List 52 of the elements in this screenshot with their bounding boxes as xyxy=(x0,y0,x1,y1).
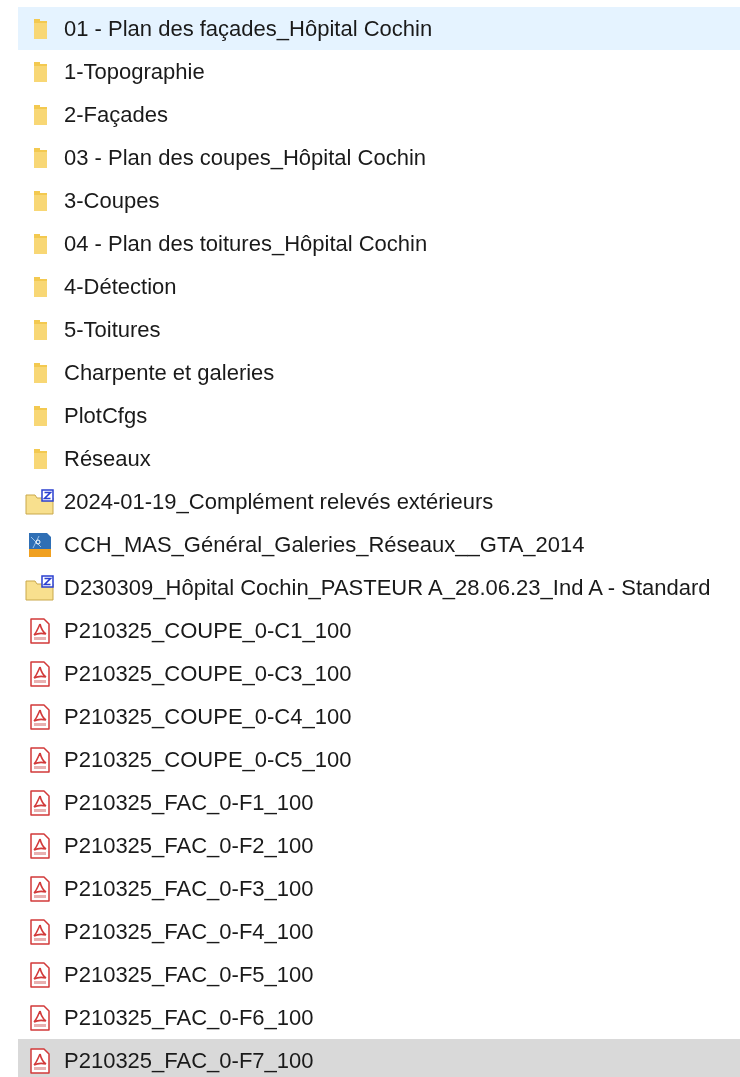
folder-icon xyxy=(32,17,48,40)
file-item[interactable]: P210325_FAC_0-F7_100 xyxy=(18,1039,740,1077)
file-name: 5-Toitures xyxy=(64,316,161,344)
folder-icon xyxy=(32,146,48,169)
file-name: 2-Façades xyxy=(64,101,168,129)
pdf-file-icon xyxy=(29,832,51,859)
file-name: P210325_FAC_0-F2_100 xyxy=(64,832,314,860)
file-name: P210325_FAC_0-F5_100 xyxy=(64,961,314,989)
file-name: P210325_FAC_0-F7_100 xyxy=(64,1047,314,1075)
zipped-folder-icon xyxy=(25,574,55,601)
file-name: P210325_FAC_0-F6_100 xyxy=(64,1004,314,1032)
folder-icon xyxy=(32,361,48,384)
file-name: PlotCfgs xyxy=(64,402,148,430)
folder-icon xyxy=(32,447,48,470)
file-name: P210325_FAC_0-F4_100 xyxy=(64,918,314,946)
file-name: P210325_COUPE_0-C5_100 xyxy=(64,746,352,774)
file-name: 3-Coupes xyxy=(64,187,160,215)
file-name: D230309_Hôpital Cochin_PASTEUR A_28.06.23_Ind A - Standard xyxy=(64,574,711,602)
pdf-file-icon xyxy=(29,1004,51,1031)
file-name: 03 - Plan des coupes_Hôpital Cochin xyxy=(64,144,426,172)
zipped-folder-icon xyxy=(25,488,55,515)
file-name: 4-Détection xyxy=(64,273,177,301)
folder-icon xyxy=(32,103,48,126)
file-name: P210325_COUPE_0-C4_100 xyxy=(64,703,352,731)
pdf-file-icon xyxy=(29,875,51,902)
file-name: 01 - Plan des façades_Hôpital Cochin xyxy=(64,15,433,43)
file-name: 1-Topographie xyxy=(64,58,205,86)
file-name: P210325_FAC_0-F3_100 xyxy=(64,875,314,903)
file-name: 04 - Plan des toitures_Hôpital Cochin xyxy=(64,230,428,258)
file-name: P210325_FAC_0-F1_100 xyxy=(64,789,314,817)
pdf-file-icon xyxy=(29,746,51,773)
file-name: CCH_MAS_Général_Galeries_Réseaux__GTA_2014 xyxy=(64,531,585,559)
file-name: 2024-01-19_Complément relevés extérieurs xyxy=(64,488,494,516)
folder-icon xyxy=(32,189,48,212)
file-name: P210325_COUPE_0-C3_100 xyxy=(64,660,352,688)
file-name: P210325_COUPE_0-C1_100 xyxy=(64,617,352,645)
folder-icon xyxy=(32,275,48,298)
pdf-file-icon xyxy=(29,617,51,644)
drawing-file-icon xyxy=(27,531,53,558)
folder-icon xyxy=(32,232,48,255)
folder-icon xyxy=(32,318,48,341)
pdf-file-icon xyxy=(29,660,51,687)
pdf-file-icon xyxy=(29,961,51,988)
file-item[interactable]: 01 - Plan des façades_Hôpital Cochin xyxy=(18,7,740,50)
pdf-file-icon xyxy=(29,703,51,730)
file-name: Réseaux xyxy=(64,445,151,473)
file-name: Charpente et galeries xyxy=(64,359,275,387)
pdf-file-icon xyxy=(29,918,51,945)
folder-icon xyxy=(32,60,48,83)
pdf-file-icon xyxy=(29,789,51,816)
pdf-file-icon xyxy=(29,1047,51,1074)
folder-icon xyxy=(32,404,48,427)
